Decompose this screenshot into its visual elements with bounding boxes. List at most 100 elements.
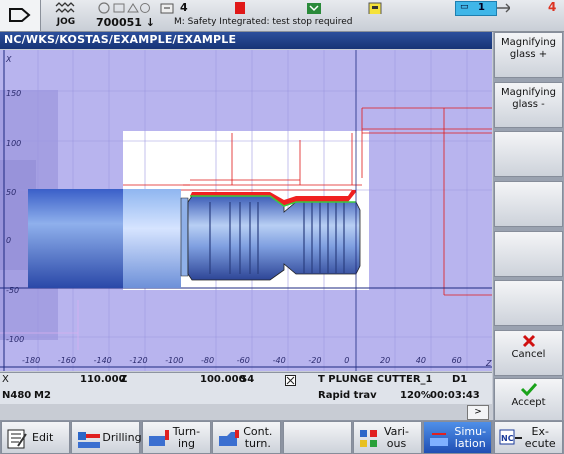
alarm-message: M: Safety Integrated: test stop required	[174, 17, 353, 27]
softkey-label	[495, 182, 562, 186]
z-axis-label: Z	[485, 359, 492, 368]
softkey-magnifying-glass-+[interactable]: Magnifying glass +	[494, 32, 563, 78]
softkey-label: Magnifying glass -	[501, 87, 556, 110]
softkey-empty-5[interactable]	[282, 421, 352, 454]
tool-status-icon	[285, 375, 296, 386]
channel-state-icons	[98, 2, 150, 14]
machining-time: 00:03:43	[430, 390, 480, 401]
tool-name: T PLUNGE CUTTER_1	[318, 374, 433, 385]
softkey-label: Cont. turn.	[243, 424, 273, 450]
softkey-label: Cancel	[511, 349, 546, 360]
spindle-value: S4	[240, 374, 255, 385]
program-test-icon	[368, 2, 382, 14]
x-tick-label: -20	[308, 356, 321, 365]
execute-icon: NC	[499, 428, 523, 451]
alarm-count: 4	[548, 0, 557, 14]
softkey-label: Ex- ecute	[524, 424, 556, 450]
x-tick-label: -60	[237, 356, 250, 365]
softkey-label	[495, 232, 562, 236]
jog-icon	[55, 2, 75, 13]
alarm-stop-icon	[235, 2, 245, 14]
more-arrow-button[interactable]: >	[467, 405, 489, 420]
workpiece	[28, 189, 361, 288]
channel-badge[interactable]: ▭ 1	[455, 1, 497, 16]
y-tick-label: 100	[6, 139, 21, 148]
accept-check-icon	[520, 382, 537, 396]
mode-label: JOG	[56, 17, 76, 27]
softkey-various[interactable]: Vari- ous	[353, 421, 422, 454]
softkey-execute[interactable]: NC Ex- ecute	[493, 421, 563, 454]
x-axis-label: X	[5, 55, 12, 64]
y-tick-label: 50	[6, 188, 16, 197]
edit-icon	[6, 428, 28, 453]
softkey-empty-5[interactable]	[494, 231, 563, 277]
x-tick-label: 60	[452, 356, 462, 365]
x-tick-label: 20	[380, 356, 390, 365]
y-tick-label: -50	[6, 286, 19, 295]
softkey-contturn[interactable]: Cont. turn.	[212, 421, 282, 454]
softkey-drilling[interactable]: Drilling	[71, 421, 142, 454]
turning-icon	[147, 428, 173, 453]
softkey-label: Edit	[32, 430, 54, 444]
override-percent: 120%	[400, 390, 431, 401]
x-tick-label: -160	[58, 356, 76, 365]
softkey-turning[interactable]: Turn- ing	[141, 421, 211, 454]
reset-counter: 4	[180, 1, 188, 14]
softkey-label: Magnifying glass +	[501, 37, 556, 60]
contour-turning-icon	[217, 428, 243, 453]
softkey-label	[495, 281, 562, 285]
feed-mode: Rapid trav	[318, 390, 377, 401]
axis-z-value: 100.000	[200, 374, 246, 385]
cancel-x-icon	[522, 334, 535, 348]
softkey-empty-6[interactable]	[494, 280, 563, 326]
x-tick-label: 40	[416, 356, 426, 365]
channel-icon: ▭	[460, 2, 469, 12]
axis-x-name: X	[2, 374, 9, 385]
program-number: 700051 ↓	[96, 16, 155, 29]
mode-jog: JOG	[44, 1, 88, 30]
axis-x-value: 110.000	[80, 374, 126, 385]
softkey-label: Turn- ing	[172, 424, 201, 450]
x-tick-label: 0	[344, 356, 349, 365]
simulation-canvas[interactable]: 150 100 50 0 -50 -100 -180 -160 -140 -120 -100 -80…	[0, 50, 492, 371]
y-tick-label: 0	[6, 236, 11, 245]
simulation-view[interactable]: 150 100 50 0 -50 -100 -180 -160 -140 -120 -100 -80…	[0, 50, 492, 371]
operating-area-button[interactable]	[0, 0, 41, 31]
softkey-empty-3[interactable]	[494, 131, 563, 177]
softkey-cancel[interactable]: Cancel	[494, 330, 563, 376]
softkey-simulation[interactable]: Simu- lation	[423, 421, 493, 454]
program-state-icon	[307, 3, 321, 14]
x-tick-label: -100	[165, 356, 183, 365]
softkey-label: Drilling	[102, 430, 142, 444]
simulation-icon	[428, 428, 452, 453]
drilling-icon	[76, 428, 102, 453]
softkey-empty-4[interactable]	[494, 181, 563, 227]
alarm-icon	[497, 3, 510, 13]
x-tick-label: -80	[201, 356, 214, 365]
x-tick-label: -120	[129, 356, 147, 365]
y-tick-label: 150	[6, 89, 21, 98]
softkey-label: Simu- lation	[454, 424, 487, 450]
softkey-label: Accept	[511, 397, 546, 408]
x-tick-label: -140	[94, 356, 112, 365]
status-data-panel: X 110.000 Z 100.000 S4 T PLUNGE CUTTER_1…	[0, 372, 492, 404]
softkey-accept[interactable]: Accept	[494, 378, 563, 424]
reset-icon	[160, 3, 174, 14]
x-tick-label: -180	[22, 356, 40, 365]
softkey-label	[495, 132, 562, 136]
operating-area-icon	[9, 8, 31, 22]
x-tick-label: -40	[273, 356, 286, 365]
m-function: M2	[34, 390, 51, 401]
y-tick-label: -100	[6, 335, 24, 344]
softkey-magnifying-glass[interactable]: Magnifying glass -	[494, 82, 563, 128]
softkey-label: Vari- ous	[384, 424, 409, 450]
x-axis-ticks: -180 -160 -140 -120 -100 -80 -60 -40 -20 0 20 40 60	[22, 356, 462, 365]
softkey-edit[interactable]: Edit	[1, 421, 70, 454]
block-number: N480	[2, 390, 32, 401]
various-icon	[358, 428, 380, 453]
svg-text:NC: NC	[501, 434, 514, 443]
program-path: NC/WKS/KOSTAS/EXAMPLE/EXAMPLE	[4, 33, 237, 46]
cutting-edge: D1	[452, 374, 468, 385]
channel-number: 1	[478, 2, 485, 13]
axis-z-name: Z	[120, 374, 128, 385]
